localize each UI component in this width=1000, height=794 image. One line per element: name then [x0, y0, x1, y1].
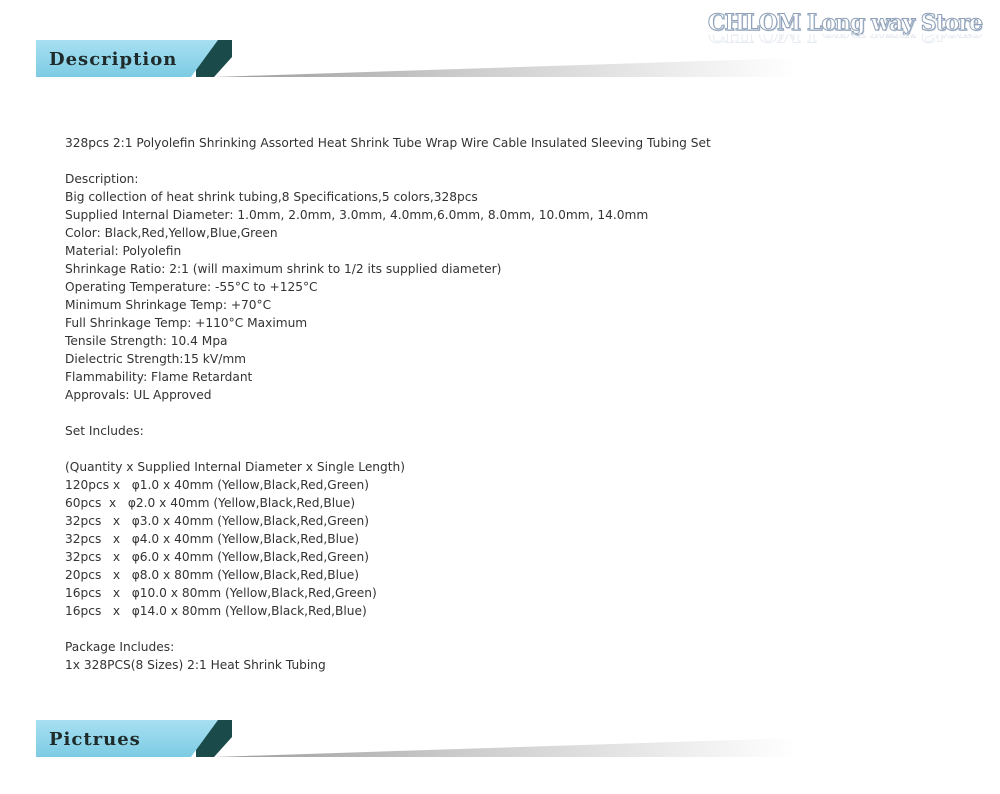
- description-heading: Description:: [65, 172, 139, 186]
- spec-line: Flammability: Flame Retardant: [65, 370, 253, 384]
- set-line: 20pcs x φ8.0 x 80mm (Yellow,Black,Red,Bl…: [65, 568, 360, 582]
- spec-line: Shrinkage Ratio: 2:1 (will maximum shrin…: [65, 262, 502, 276]
- spec-line: Material: Polyolefin: [65, 244, 182, 258]
- pictures-section-header: Pictrues: [36, 720, 796, 760]
- set-legend: (Quantity x Supplied Internal Diameter x…: [65, 460, 406, 474]
- set-line: 16pcs x φ14.0 x 80mm (Yellow,Black,Red,B…: [65, 604, 367, 618]
- section-header-banner: [36, 720, 796, 757]
- spec-line: Minimum Shrinkage Temp: +70°C: [65, 298, 272, 312]
- pictures-section-title: Pictrues: [49, 729, 141, 750]
- product-description: 328pcs 2:1 Polyolefin Shrinking Assorted…: [65, 134, 965, 674]
- product-title: 328pcs 2:1 Polyolefin Shrinking Assorted…: [65, 136, 711, 150]
- set-line: 60pcs x φ2.0 x 40mm (Yellow,Black,Red,Bl…: [65, 496, 356, 510]
- description-section-header: Description: [36, 40, 796, 80]
- set-line: 32pcs x φ4.0 x 40mm (Yellow,Black,Red,Bl…: [65, 532, 360, 546]
- spec-line: Dielectric Strength:15 kV/mm: [65, 352, 247, 366]
- spec-line: Full Shrinkage Temp: +110°C Maximum: [65, 316, 308, 330]
- spec-line: Approvals: UL Approved: [65, 388, 212, 402]
- spec-line: Color: Black,Red,Yellow,Blue,Green: [65, 226, 278, 240]
- set-line: 16pcs x φ10.0 x 80mm (Yellow,Black,Red,G…: [65, 586, 377, 600]
- set-line: 120pcs x φ1.0 x 40mm (Yellow,Black,Red,G…: [65, 478, 369, 492]
- set-line: 32pcs x φ6.0 x 40mm (Yellow,Black,Red,Gr…: [65, 550, 369, 564]
- spec-line: Tensile Strength: 10.4 Mpa: [65, 334, 228, 348]
- set-line: 32pcs x φ3.0 x 40mm (Yellow,Black,Red,Gr…: [65, 514, 369, 528]
- spec-line: Supplied Internal Diameter: 1.0mm, 2.0mm…: [65, 208, 649, 222]
- package-includes-heading: Package Includes:: [65, 640, 175, 654]
- description-section-title: Description: [49, 49, 178, 70]
- spec-line: Big collection of heat shrink tubing,8 S…: [65, 190, 478, 204]
- spec-line: Operating Temperature: -55°C to +125°C: [65, 280, 318, 294]
- package-line: 1x 328PCS(8 Sizes) 2:1 Heat Shrink Tubin…: [65, 658, 326, 672]
- set-includes-heading: Set Includes:: [65, 424, 144, 438]
- store-name: CHLOM Long way Store: [707, 10, 983, 37]
